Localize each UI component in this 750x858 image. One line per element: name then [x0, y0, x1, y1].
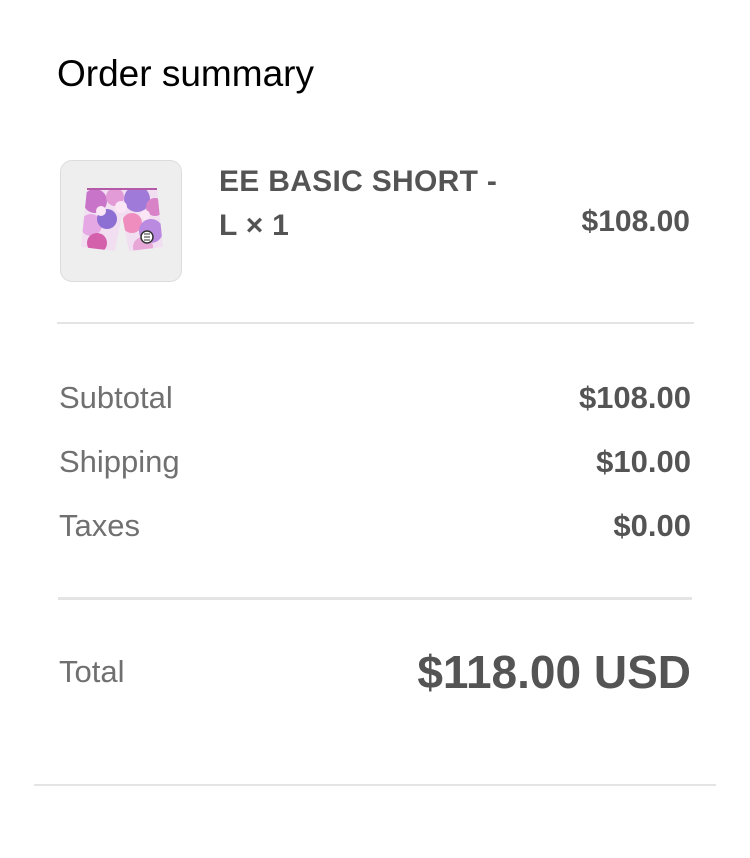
total-label: Total: [59, 654, 125, 689]
product-name: EE BASIC SHORT -: [219, 165, 498, 198]
order-summary-title: Order summary: [57, 53, 314, 94]
taxes-label: Taxes: [59, 508, 140, 543]
shipping-row: Shipping $10.00: [59, 442, 691, 482]
divider: [34, 784, 716, 786]
subtotal-label: Subtotal: [59, 380, 173, 415]
shipping-label: Shipping: [59, 444, 180, 479]
divider: [57, 322, 694, 324]
product-thumbnail: [60, 160, 182, 282]
product-price: $108.00: [581, 205, 690, 238]
taxes-row: Taxes $0.00: [59, 506, 691, 546]
shorts-product-image: [81, 188, 163, 251]
subtotal-value: $108.00: [578, 380, 691, 415]
total-amount: $118.00 USD: [417, 644, 691, 700]
product-title: EE BASIC SHORT - L × 1: [219, 160, 519, 248]
total-currency: USD: [593, 646, 691, 698]
taxes-value: $0.00: [613, 508, 691, 543]
line-item: EE BASIC SHORT - L × 1 $108.00: [60, 160, 690, 284]
shipping-value: $10.00: [596, 444, 691, 479]
divider: [58, 597, 692, 600]
total-row: Total $118.00 USD: [59, 644, 691, 700]
product-variant-quantity: L × 1: [219, 209, 290, 242]
total-value: $118.00: [417, 646, 582, 698]
subtotal-row: Subtotal $108.00: [59, 378, 691, 418]
